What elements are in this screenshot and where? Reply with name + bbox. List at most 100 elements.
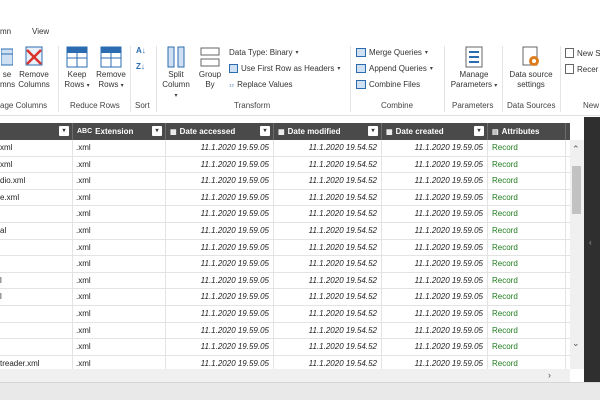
- cell-attributes[interactable]: Record: [488, 355, 566, 370]
- data-type-dropdown[interactable]: Data Type: Binary ▾: [229, 48, 298, 57]
- cell-attributes[interactable]: Record: [488, 223, 566, 240]
- cell-attributes[interactable]: Record: [488, 322, 566, 340]
- table-row[interactable]: .xml 11.1.2020 19.59.05 11.1.2020 19.54.52…: [0, 322, 570, 340]
- cell-attributes[interactable]: Record: [488, 339, 566, 356]
- manage-parameters-button[interactable]: Manage Parameters ▾: [448, 46, 500, 91]
- table-row[interactable]: .xml 11.1.2020 19.59.05 11.1.2020 19.54.52…: [0, 339, 570, 356]
- query-settings-collapsed-pane[interactable]: ‹: [584, 117, 600, 383]
- column-filter-dropdown-icon[interactable]: ▾: [59, 126, 69, 136]
- cell-date-modified: 11.1.2020 19.54.52: [274, 339, 382, 356]
- table-row[interactable]: e.xml .xml 11.1.2020 19.59.05 11.1.2020 19.…: [0, 189, 570, 207]
- append-queries-button[interactable]: Append Queries ▾: [356, 64, 433, 73]
- cell-attributes[interactable]: Record: [488, 156, 566, 174]
- table-row[interactable]: treader.xml .xml 11.1.2020 19.59.05 11.1.20…: [0, 355, 570, 370]
- group-by-button[interactable]: Group By: [196, 46, 224, 90]
- new-source-button[interactable]: New S: [565, 48, 600, 58]
- text-type-icon: ABC: [77, 128, 93, 135]
- cell-name: l: [0, 272, 73, 290]
- table-row[interactable]: xml .xml 11.1.2020 19.59.05 11.1.2020 19.54…: [0, 156, 570, 174]
- table-row[interactable]: dio.xml .xml 11.1.2020 19.59.05 11.1.2020 1…: [0, 173, 570, 190]
- combine-files-button[interactable]: Combine Files: [356, 80, 420, 89]
- cell-date-accessed: 11.1.2020 19.59.05: [166, 223, 274, 240]
- column-filter-dropdown-icon[interactable]: ▾: [474, 126, 484, 136]
- choose-columns-icon: [0, 46, 14, 68]
- ribbon: se mns Remove Columns age Columns Keep R…: [0, 42, 600, 116]
- remove-rows-button[interactable]: Remove Rows ▾: [94, 46, 128, 91]
- cell-date-created: 11.1.2020 19.59.05: [382, 239, 488, 257]
- chevron-left-icon[interactable]: ‹: [589, 238, 592, 247]
- table-row[interactable]: .xml 11.1.2020 19.59.05 11.1.2020 19.54.52…: [0, 239, 570, 257]
- manage-parameters-icon: [448, 46, 500, 68]
- cell-attributes[interactable]: Record: [488, 306, 566, 323]
- table-row[interactable]: .xml 11.1.2020 19.59.05 11.1.2020 19.54.52…: [0, 256, 570, 273]
- cell-date-accessed: 11.1.2020 19.59.05: [166, 256, 274, 273]
- grid-top-strip: [0, 116, 584, 123]
- cell-date-created: 11.1.2020 19.59.05: [382, 223, 488, 240]
- cell-date-accessed: 11.1.2020 19.59.05: [166, 156, 274, 174]
- sort-ascending-button[interactable]: A↓: [136, 46, 146, 55]
- cell-attributes[interactable]: Record: [488, 239, 566, 257]
- column-header-date-created[interactable]: ▦ Date created ▾: [382, 123, 488, 140]
- recent-sources-button[interactable]: Recer: [565, 64, 598, 74]
- cell-date-created: 11.1.2020 19.59.05: [382, 272, 488, 290]
- group-label-new: New: [583, 101, 600, 110]
- cell-attributes[interactable]: Record: [488, 256, 566, 273]
- tab-column[interactable]: mn: [0, 27, 11, 36]
- ribbon-tabs: mn View: [0, 0, 600, 42]
- cell-attributes[interactable]: Record: [488, 189, 566, 207]
- column-header-date-accessed[interactable]: ▦ Date accessed ▾: [166, 123, 274, 140]
- column-header-label: Extension: [95, 127, 134, 136]
- replace-values-button[interactable]: ₁₂ Replace Values: [229, 80, 293, 89]
- scroll-down-icon[interactable]: ⌄: [572, 338, 580, 349]
- cell-extension: .xml: [73, 322, 166, 340]
- cell-attributes[interactable]: Record: [488, 206, 566, 223]
- cell-attributes[interactable]: Record: [488, 272, 566, 290]
- cell-name: xml: [0, 156, 73, 174]
- table-row[interactable]: al .xml 11.1.2020 19.59.05 11.1.2020 19.54.…: [0, 223, 570, 240]
- data-source-settings-button[interactable]: Data source settings: [505, 46, 557, 90]
- chevron-down-icon: ▾: [120, 83, 124, 89]
- sort-descending-button[interactable]: Z↓: [136, 62, 145, 71]
- cell-extension: .xml: [73, 173, 166, 190]
- horizontal-scrollbar[interactable]: ›: [0, 369, 570, 382]
- scroll-up-icon[interactable]: ⌃: [572, 144, 580, 155]
- table-row[interactable]: l .xml 11.1.2020 19.59.05 11.1.2020 19.54.5…: [0, 289, 570, 306]
- column-header-extension[interactable]: ABC Extension ▾: [73, 123, 166, 140]
- column-filter-dropdown-icon[interactable]: ▾: [368, 126, 378, 136]
- ribbon-separator: [560, 46, 561, 112]
- use-first-row-headers-button[interactable]: Use First Row as Headers ▾: [229, 64, 340, 73]
- table-row[interactable]: l .xml 11.1.2020 19.59.05 11.1.2020 19.54.5…: [0, 272, 570, 290]
- choose-columns-button[interactable]: se mns: [0, 46, 16, 90]
- data-source-settings-label-1: Data source: [509, 70, 553, 79]
- column-header-date-modified[interactable]: ▦ Date modified ▾: [274, 123, 382, 140]
- column-filter-dropdown-icon[interactable]: ▾: [260, 126, 270, 136]
- vertical-scrollbar[interactable]: ⌃ ⌄: [570, 140, 584, 369]
- split-column-button[interactable]: Split Column ▾: [160, 46, 192, 101]
- keep-rows-button[interactable]: Keep Rows ▾: [62, 46, 92, 91]
- vertical-scroll-thumb[interactable]: [572, 166, 581, 214]
- column-header-attributes[interactable]: ▤ Attributes: [488, 123, 566, 140]
- scroll-right-icon[interactable]: ›: [548, 370, 551, 380]
- table-row[interactable]: .xml 11.1.2020 19.59.05 11.1.2020 19.54.52…: [0, 306, 570, 323]
- choose-columns-label-2: mns: [0, 80, 16, 89]
- split-column-icon: [160, 46, 192, 68]
- table-row[interactable]: xml .xml 11.1.2020 19.59.05 11.1.2020 19.54…: [0, 140, 570, 157]
- remove-columns-button[interactable]: Remove Columns: [16, 46, 52, 90]
- cell-attributes[interactable]: Record: [488, 173, 566, 190]
- group-label-reduce-rows: Reduce Rows: [70, 101, 120, 110]
- cell-date-modified: 11.1.2020 19.54.52: [274, 256, 382, 273]
- table-row[interactable]: .xml 11.1.2020 19.59.05 11.1.2020 19.54.52…: [0, 206, 570, 223]
- column-header-name[interactable]: ▾: [0, 123, 73, 140]
- combine-files-icon: [356, 80, 366, 89]
- tab-view[interactable]: View: [32, 27, 49, 36]
- column-expand-button[interactable]: ⇆: [566, 123, 570, 140]
- cell-date-accessed: 11.1.2020 19.59.05: [166, 289, 274, 306]
- cell-attributes[interactable]: Record: [488, 289, 566, 306]
- cell-name: [0, 306, 73, 323]
- ribbon-separator: [350, 46, 351, 112]
- ribbon-separator: [502, 46, 503, 112]
- column-filter-dropdown-icon[interactable]: ▾: [152, 126, 162, 136]
- merge-queries-button[interactable]: Merge Queries ▾: [356, 48, 428, 57]
- cell-attributes[interactable]: Record: [488, 140, 566, 157]
- remove-rows-icon: [94, 46, 128, 68]
